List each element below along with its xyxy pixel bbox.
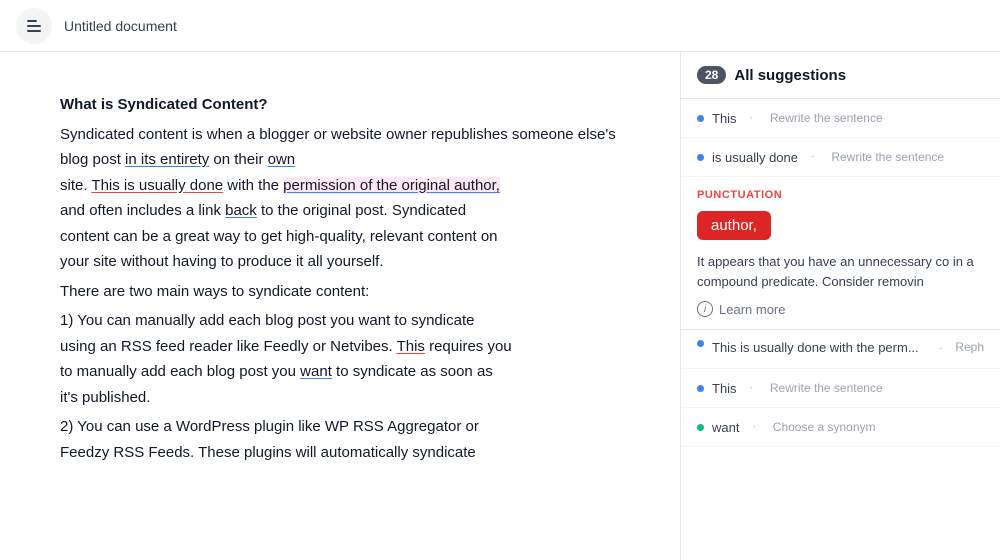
suggestion-text-2: is usually done [712, 150, 798, 165]
paragraph-1: Syndicated content is when a blogger or … [60, 122, 620, 275]
document-title: Untitled document [64, 18, 177, 34]
dot-icon-2 [697, 154, 704, 161]
sidebar: 28 All suggestions This · Rewrite the se… [680, 52, 1000, 560]
suggestions-list: This · Rewrite the sentence is usually d… [681, 99, 1000, 560]
suggestion-action-2: Rewrite the sentence [831, 150, 944, 164]
learn-more-text: Learn more [719, 302, 785, 317]
suggestions-badge: 28 [697, 66, 726, 84]
paragraph-4: 2) You can use a WordPress plugin like W… [60, 414, 620, 465]
sidebar-header: 28 All suggestions [681, 52, 1000, 99]
dot-icon-1 [697, 115, 704, 122]
suggestion-item-2[interactable]: is usually done · Rewrite the sentence [681, 138, 1000, 177]
suggestion-action-1: Rewrite the sentence [770, 111, 883, 125]
menu-button[interactable] [16, 8, 52, 44]
heading: What is Syndicated Content? [60, 92, 620, 118]
editor-content: What is Syndicated Content? Syndicated c… [60, 92, 620, 465]
suggestion-item-5[interactable]: want · Choose a synonym [681, 408, 1000, 447]
punctuation-description: It appears that you have an unnecessary … [697, 252, 984, 291]
punctuation-card: PUNCTUATION author, It appears that you … [681, 177, 1000, 330]
app-header: Untitled document [0, 0, 1000, 52]
highlighted-text-permission: permission of the original author, [283, 177, 500, 194]
highlighted-text-this: This is usually done [91, 177, 223, 194]
suggestion-item-3[interactable]: This is usually done with the perm... · … [681, 330, 1000, 369]
punctuation-label: PUNCTUATION [697, 189, 984, 201]
suggestion-item-1[interactable]: This · Rewrite the sentence [681, 99, 1000, 138]
highlighted-text-2: own [268, 151, 296, 168]
highlighted-text-want: want [300, 363, 332, 380]
suggestion-action-3: Reph [955, 340, 984, 354]
suggestion-action-5: Choose a synonym [773, 420, 876, 434]
suggestion-text-1: This [712, 111, 737, 126]
suggestion-action-4: Rewrite the sentence [770, 381, 883, 395]
paragraph-3: 1) You can manually add each blog post y… [60, 308, 620, 410]
highlighted-text-back: back [225, 202, 257, 219]
info-icon: i [697, 301, 713, 317]
main-layout: What is Syndicated Content? Syndicated c… [0, 52, 1000, 560]
suggestion-text-5: want [712, 420, 739, 435]
suggestion-text-4: This [712, 381, 737, 396]
editor-area[interactable]: What is Syndicated Content? Syndicated c… [0, 52, 680, 560]
menu-icon [27, 20, 41, 32]
author-badge: author, [697, 211, 771, 240]
sidebar-title: All suggestions [734, 67, 846, 84]
highlighted-text-1: in its entirety [125, 151, 209, 168]
paragraph-2: There are two main ways to syndicate con… [60, 279, 620, 305]
learn-more-link[interactable]: i Learn more [697, 301, 984, 317]
highlighted-text-this2: This [397, 338, 425, 355]
dot-icon-5 [697, 424, 704, 431]
suggestion-item-4[interactable]: This · Rewrite the sentence [681, 369, 1000, 408]
suggestion-text-3: This is usually done with the perm... [712, 340, 926, 355]
dot-icon-3 [697, 340, 704, 347]
dot-icon-4 [697, 385, 704, 392]
